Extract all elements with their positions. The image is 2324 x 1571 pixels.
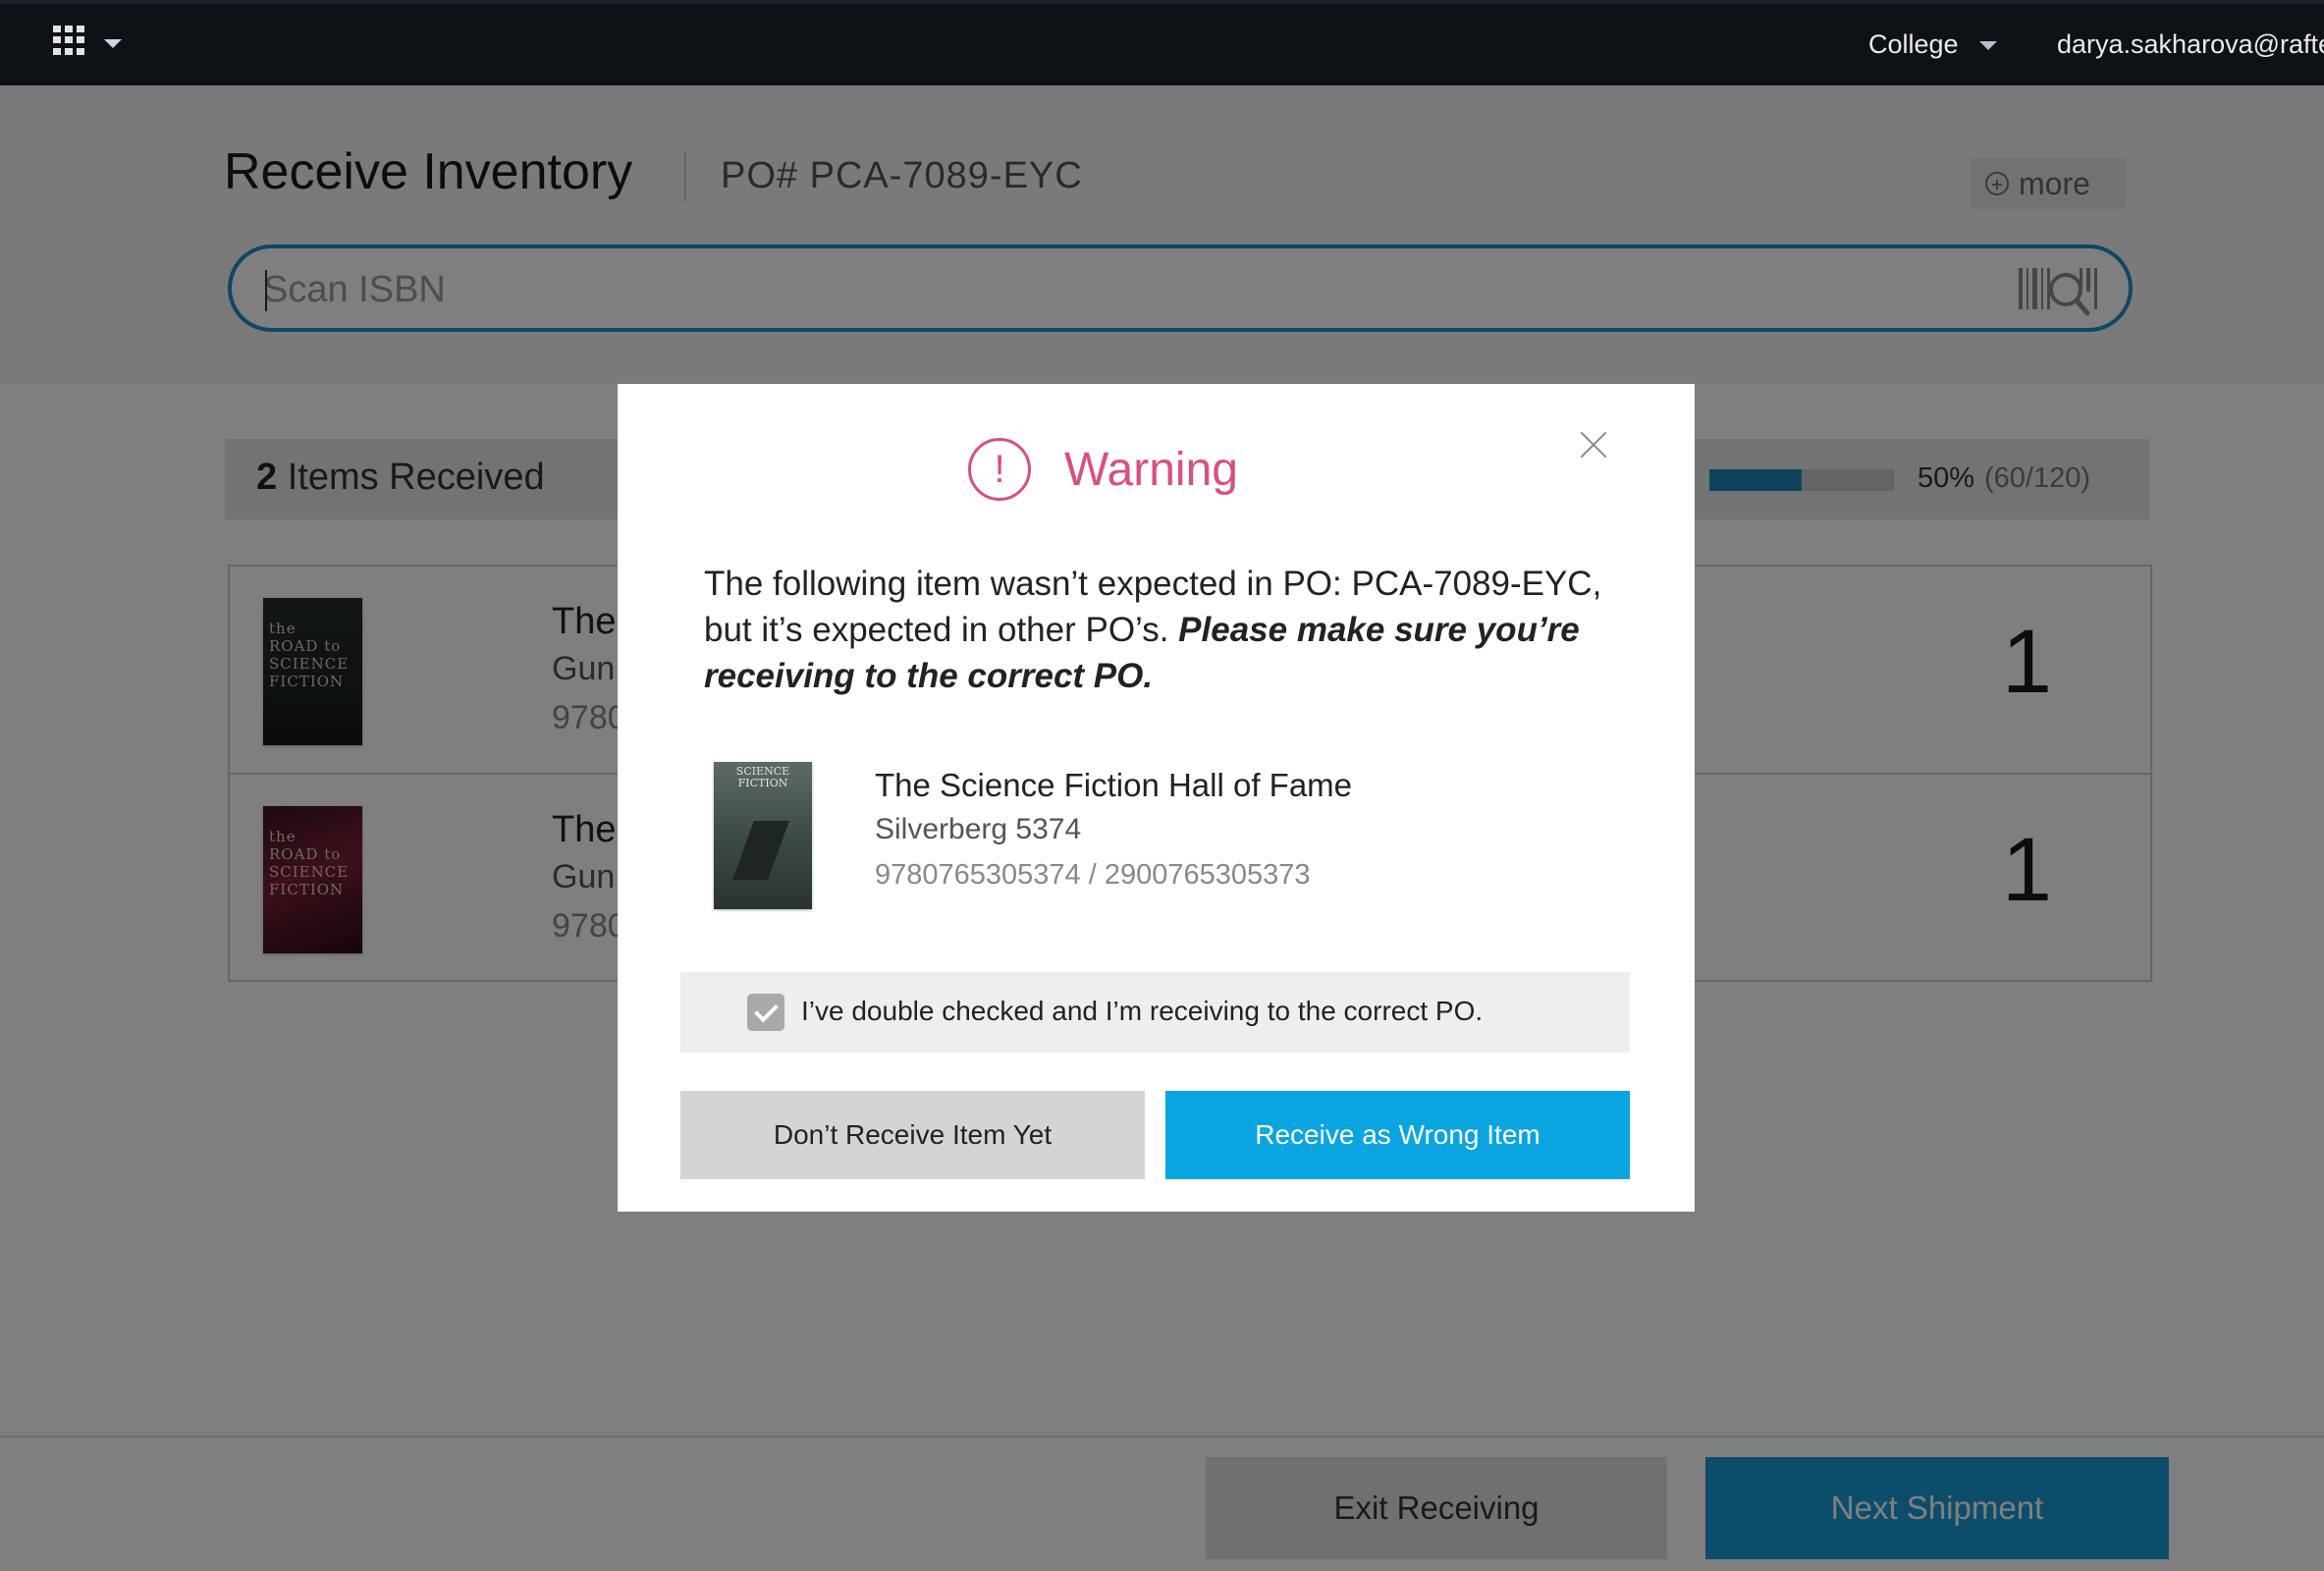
confirm-checkbox[interactable]: [747, 994, 784, 1031]
warning-dialog: ! Warning The following item wasn’t expe…: [618, 384, 1695, 1212]
user-account-menu[interactable]: darya.sakharova@rafter: [2057, 29, 2324, 60]
receive-wrong-item-button[interactable]: Receive as Wrong Item: [1165, 1091, 1630, 1179]
book-title: The Science Fiction Hall of Fame: [875, 767, 1353, 803]
chevron-down-icon[interactable]: [1979, 41, 1997, 50]
dont-receive-button[interactable]: Don’t Receive Item Yet: [680, 1091, 1145, 1179]
chevron-down-icon[interactable]: [104, 39, 122, 48]
college-selector[interactable]: College: [1868, 29, 1959, 60]
confirm-checkbox-label[interactable]: I’ve double checked and I’m receiving to…: [801, 996, 1483, 1027]
top-navigation-bar: College darya.sakharova@rafter: [0, 0, 2324, 85]
dialog-title: Warning: [1064, 444, 1238, 496]
confirm-checkbox-row[interactable]: I’ve double checked and I’m receiving to…: [680, 972, 1630, 1053]
warning-icon: !: [968, 438, 1031, 501]
book-author: Silverberg 5374: [875, 813, 1082, 845]
close-icon[interactable]: [1578, 429, 1609, 460]
book-cover-image: SCIENCE FICTION: [714, 762, 812, 909]
book-isbn: 9780765305374 / 2900765305373: [875, 859, 1311, 891]
warning-message: The following item wasn’t expected in PO…: [704, 561, 1647, 699]
grid-icon[interactable]: [53, 26, 86, 55]
